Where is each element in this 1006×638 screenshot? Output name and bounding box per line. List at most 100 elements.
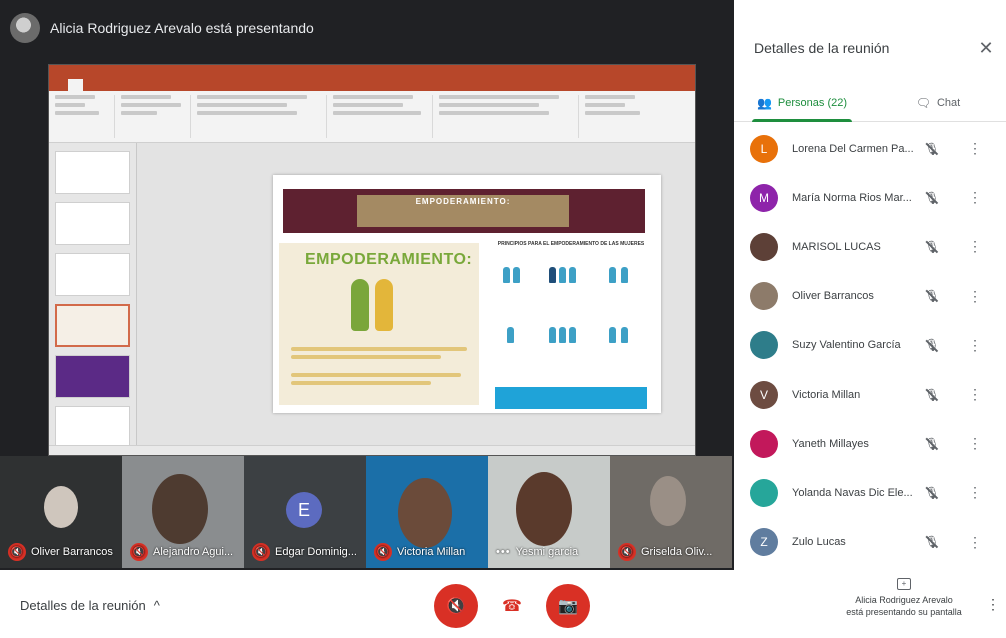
participant-name: Suzy Valentino García [792, 339, 901, 352]
more-dots-icon: ••• [496, 546, 511, 558]
participant-tile-name: Griselda Oliv... [641, 546, 713, 558]
meeting-details-button[interactable]: Detalles de la reunión ^ [20, 598, 160, 613]
participant-name: Victoria Millan [792, 388, 861, 401]
more-vert-icon[interactable]: ⋮ [964, 337, 986, 354]
tab-people[interactable]: 👥 Personas (22) [734, 84, 870, 122]
camera-off-icon: 📷 [558, 598, 578, 615]
slide-thumbnail [55, 405, 130, 449]
more-vert-icon[interactable]: ⋮ [986, 596, 1000, 613]
person-icon [549, 327, 556, 343]
panel-title: Detalles de la reunión [754, 40, 890, 56]
ribbon-group [55, 95, 115, 138]
meet-app: Alicia Rodriguez Arevalo está presentand… [0, 0, 1006, 638]
participant-row[interactable]: MARISOL LUCAS 🎙 ⋮ [734, 222, 1006, 271]
participant-tile[interactable]: 🔇 Alejandro Agui... [122, 456, 244, 568]
mic-off-icon[interactable]: 🎙 [920, 383, 944, 407]
participant-video [44, 486, 78, 528]
person-icon [569, 327, 576, 343]
more-vert-icon[interactable]: ⋮ [964, 484, 986, 501]
person-icon [559, 267, 566, 283]
participant-name: MARISOL LUCAS [792, 240, 881, 253]
close-icon[interactable]: ✕ [974, 36, 998, 60]
current-slide: EMPODERAMIENTO: EMPODERAMIENTO: PRINCIPI… [273, 175, 661, 413]
text-line [291, 347, 467, 351]
camera-toggle-button[interactable]: 📷 [546, 584, 590, 628]
mic-off-icon: 🔇 [130, 543, 148, 561]
participant-tile-label: 🔇 Edgar Dominig... [252, 542, 357, 562]
participant-row[interactable]: Suzy Valentino García 🎙 ⋮ [734, 321, 1006, 370]
participant-row[interactable]: Oliver Barrancos 🎙 ⋮ [734, 272, 1006, 321]
presenter-bar: Alicia Rodriguez Arevalo está presentand… [10, 8, 314, 48]
participant-avatar [750, 331, 778, 360]
mic-off-icon[interactable]: 🎙 [920, 481, 944, 505]
slide-thumbnail [55, 252, 130, 296]
more-vert-icon[interactable]: ⋮ [964, 189, 986, 206]
participant-name: Lorena Del Carmen Pa... [792, 142, 914, 155]
bottom-control-bar: Detalles de la reunión ^ 🔇 ☎ 📷 + Alicia … [0, 570, 1006, 638]
mic-toggle-button[interactable]: 🔇 [434, 584, 478, 628]
participant-tile[interactable]: ••• Yesmi garcia [488, 456, 610, 568]
more-vert-icon[interactable]: ⋮ [964, 238, 986, 255]
mic-off-icon[interactable]: 🎙 [920, 186, 944, 210]
participant-list: L Lorena Del Carmen Pa... 🎙 ⋮ M María No… [734, 124, 1006, 567]
people-icon: 👥 [756, 95, 772, 110]
slide-left-panel: EMPODERAMIENTO: [279, 243, 479, 405]
person-icon [609, 267, 616, 283]
participant-row[interactable]: Z Zulo Lucas 🎙 ⋮ [734, 518, 1006, 567]
ppt-tab-active [68, 79, 84, 91]
presenting-line-1: Alicia Rodriguez Arevalo [855, 595, 953, 605]
text-line [291, 355, 441, 359]
participant-avatar [750, 282, 778, 311]
participant-row[interactable]: V Victoria Millan 🎙 ⋮ [734, 370, 1006, 419]
participant-tile-name: Victoria Millan [397, 546, 466, 558]
participant-filmstrip: 🔇 Oliver Barrancos 🔇 Alejandro Agui... E… [0, 456, 734, 568]
mic-off-icon[interactable]: 🎙 [920, 284, 944, 308]
participant-name: Yolanda Navas Dic Ele... [792, 486, 913, 499]
participant-row[interactable]: Yolanda Navas Dic Ele... 🎙 ⋮ [734, 468, 1006, 517]
participant-row[interactable]: M María Norma Rios Mar... 🎙 ⋮ [734, 173, 1006, 222]
principles-footer [495, 387, 647, 409]
mic-off-icon[interactable]: 🎙 [920, 432, 944, 456]
participant-avatar: V [750, 380, 778, 409]
more-vert-icon[interactable]: ⋮ [964, 140, 986, 157]
more-vert-icon[interactable]: ⋮ [964, 288, 986, 305]
participant-tile[interactable]: E 🔇 Edgar Dominig... [244, 456, 366, 568]
more-vert-icon[interactable]: ⋮ [964, 534, 986, 551]
participant-video [152, 474, 208, 544]
participant-name: María Norma Rios Mar... [792, 191, 912, 204]
ppt-ribbon-tabs [49, 79, 695, 91]
participant-row[interactable]: L Lorena Del Carmen Pa... 🎙 ⋮ [734, 124, 1006, 173]
participant-tile[interactable]: 🔇 Griselda Oliv... [610, 456, 732, 568]
leave-call-button[interactable]: ☎ [490, 584, 534, 628]
tab-chat[interactable]: 🗨 Chat [870, 84, 1006, 121]
slide-banner: EMPODERAMIENTO: [283, 189, 645, 233]
person-icon [507, 327, 514, 343]
participant-video [398, 478, 452, 548]
ppt-ribbon [49, 91, 695, 143]
participant-tile[interactable]: 🔇 Victoria Millan [366, 456, 488, 568]
ppt-titlebar [49, 65, 695, 79]
mic-off-icon[interactable]: 🎙 [920, 530, 944, 554]
more-vert-icon[interactable]: ⋮ [964, 386, 986, 403]
participant-name: Yaneth Millayes [792, 437, 869, 450]
hang-up-icon: ☎ [502, 598, 522, 615]
person-icon [503, 267, 510, 283]
participant-tile[interactable]: 🔇 Oliver Barrancos [0, 456, 122, 568]
principles-title: PRINCIPIOS PARA EL EMPODERAMIENTO DE LAS… [497, 241, 645, 247]
participant-avatar: E [286, 492, 322, 528]
presenting-indicator[interactable]: + Alicia Rodriguez Arevalo está presenta… [824, 578, 984, 618]
mic-off-icon[interactable]: 🎙 [920, 333, 944, 357]
participant-video [650, 476, 686, 526]
participant-avatar [750, 429, 778, 458]
presenter-avatar [10, 13, 40, 43]
slide-principles-panel: PRINCIPIOS PARA EL EMPODERAMIENTO DE LAS… [489, 237, 653, 411]
person-icon [559, 327, 566, 343]
mic-off-icon[interactable]: 🎙 [920, 235, 944, 259]
ribbon-group [585, 95, 655, 138]
ppt-tab [55, 82, 58, 88]
present-screen-icon: + [897, 578, 911, 590]
participant-row[interactable]: Yaneth Millayes 🎙 ⋮ [734, 419, 1006, 468]
more-vert-icon[interactable]: ⋮ [964, 435, 986, 452]
mic-off-icon[interactable]: 🎙 [920, 137, 944, 161]
participant-avatar: L [750, 134, 778, 163]
